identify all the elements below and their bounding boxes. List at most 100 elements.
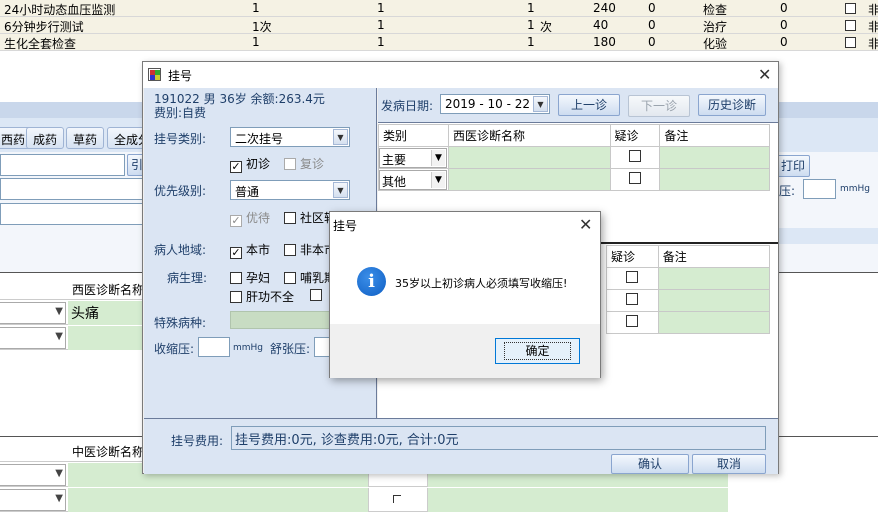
history-diagnosis-button[interactable]: 历史诊断 xyxy=(698,94,766,116)
item-cell: 1 xyxy=(527,35,535,49)
category-cell[interactable]: 其他 ▼ xyxy=(378,168,449,191)
category-combo[interactable]: 其他 ▼ xyxy=(379,169,447,190)
suspect-cell[interactable] xyxy=(609,146,661,169)
reg-type-label: 挂号类别: xyxy=(154,132,207,146)
pressure-input[interactable] xyxy=(803,179,836,199)
close-icon[interactable]: ✕ xyxy=(579,217,592,233)
chevron-down-icon: ▼ xyxy=(55,331,63,342)
dialog-titlebar: 挂号 ✕ xyxy=(143,62,778,88)
suspect-checkbox[interactable] xyxy=(626,271,639,283)
tab-patent-medicine[interactable]: 成药 xyxy=(26,127,65,149)
item-cell: 1 xyxy=(527,1,535,15)
liver-label: 肝功不全 xyxy=(246,290,295,304)
category-combo[interactable]: ▼ xyxy=(0,327,66,349)
grid-row[interactable]: ▼ xyxy=(0,488,728,512)
row-checkbox[interactable] xyxy=(845,37,856,48)
tcm-diagnosis-header: 中医诊断名称 xyxy=(72,445,145,459)
category-combo[interactable]: ▼ xyxy=(0,302,66,324)
chevron-down-icon[interactable]: ▼ xyxy=(333,129,348,145)
cancel-button[interactable]: 取消 xyxy=(692,454,766,474)
preferential-checkbox[interactable]: ✓ 优待 xyxy=(230,209,270,227)
item-cell: 0 xyxy=(780,1,788,15)
item-type: 检查 xyxy=(703,3,728,17)
tab-herbal-medicine[interactable]: 草药 xyxy=(66,127,105,149)
table-row[interactable]: 其他 ▼ xyxy=(378,168,770,191)
category-cell[interactable]: 主要 ▼ xyxy=(378,146,449,169)
close-icon[interactable]: ✕ xyxy=(758,67,771,83)
search-input[interactable] xyxy=(0,154,125,176)
checkbox-box xyxy=(284,244,296,256)
suspect-checkbox[interactable] xyxy=(626,315,639,327)
suspect-checkbox[interactable] xyxy=(626,293,639,305)
fee-type-info: 费别:自费 xyxy=(154,106,207,120)
onset-date-label: 发病日期: xyxy=(381,99,434,113)
diagnosis-cell[interactable] xyxy=(447,168,611,191)
category-combo[interactable]: ▼ xyxy=(0,464,66,486)
suspect-cell[interactable] xyxy=(606,311,659,334)
grid-row[interactable]: ▼ xyxy=(0,326,150,350)
remark-cell[interactable] xyxy=(659,146,770,169)
diagnosis-cell[interactable] xyxy=(447,146,611,169)
remark-cell[interactable] xyxy=(657,267,771,290)
item-cell: 非 xyxy=(868,20,878,34)
priority-value: 普通 xyxy=(235,185,260,199)
confirm-button[interactable]: 确认 xyxy=(611,454,689,474)
table-row[interactable] xyxy=(606,289,771,312)
diastolic-label: 舒张压: xyxy=(270,342,311,356)
extra-checkbox[interactable] xyxy=(310,288,326,302)
remark-cell[interactable] xyxy=(657,311,771,334)
row-checkbox[interactable] xyxy=(845,20,856,31)
suspect-checkbox[interactable] xyxy=(628,172,641,184)
col-suspect: 疑诊 xyxy=(606,245,659,268)
ok-button[interactable]: 确定 xyxy=(495,338,580,364)
remark-cell[interactable] xyxy=(657,289,771,312)
grid-header: 西医诊断名称 xyxy=(0,278,150,300)
suspect-cell[interactable] xyxy=(606,289,659,312)
diagnosis-cell[interactable]: 头痛 xyxy=(68,301,150,325)
suspect-cell[interactable] xyxy=(368,488,428,512)
reg-type-select[interactable]: 二次挂号 ▼ xyxy=(230,127,350,147)
remark-cell[interactable] xyxy=(428,488,728,512)
item-cell: 1 xyxy=(377,18,385,32)
col-category: 类别 xyxy=(378,124,449,147)
chevron-down-icon[interactable]: ▼ xyxy=(333,182,348,198)
fee-label: 挂号费用: xyxy=(171,434,224,448)
item-unit: 次 xyxy=(540,20,553,34)
revisit-checkbox[interactable]: 复诊 xyxy=(284,155,324,172)
liver-checkbox[interactable]: 肝功不全 xyxy=(230,288,294,305)
item-cell: 非 xyxy=(868,3,878,17)
table-row[interactable]: 生化全套检查 1 1 1 180 0 化验 0 非 xyxy=(0,34,878,51)
item-cell: 非 xyxy=(868,37,878,51)
local-checkbox[interactable]: ✓ 本市 xyxy=(230,241,270,259)
print-button[interactable]: 打印 xyxy=(776,155,810,177)
table-row[interactable]: 主要 ▼ xyxy=(378,146,770,169)
chevron-down-icon[interactable]: ▼ xyxy=(533,96,548,112)
row-checkbox[interactable] xyxy=(845,3,856,14)
first-visit-label: 初诊 xyxy=(246,157,271,171)
diagnosis-cell[interactable] xyxy=(68,326,150,350)
systolic-input[interactable] xyxy=(198,337,230,357)
suspect-checkbox[interactable] xyxy=(628,150,641,162)
category-combo[interactable]: 主要 ▼ xyxy=(379,147,447,168)
checkbox-box xyxy=(284,158,296,170)
diagnosis-cell[interactable] xyxy=(68,488,368,512)
text-input[interactable] xyxy=(0,203,145,225)
remark-cell[interactable] xyxy=(659,168,770,191)
grid-row[interactable]: ▼ 头痛 xyxy=(0,301,150,325)
band xyxy=(779,228,878,244)
table-row[interactable]: 6分钟步行测试 1次 1 1 次 40 0 治疗 0 非 xyxy=(0,17,878,34)
previous-visit-button[interactable]: 上一诊 xyxy=(558,94,620,116)
onset-date-picker[interactable]: 2019 - 10 - 22 ▼ xyxy=(440,94,550,114)
suspect-cell[interactable] xyxy=(609,168,661,191)
table-row[interactable] xyxy=(606,267,771,290)
category-combo[interactable]: ▼ xyxy=(0,489,66,511)
first-visit-checkbox[interactable]: ✓ 初诊 xyxy=(230,155,270,173)
table-row[interactable]: 24小时动态血压监测 1 1 1 240 0 检查 0 非 xyxy=(0,0,878,17)
col-suspect: 疑诊 xyxy=(609,124,661,147)
next-visit-button[interactable]: 下一诊 xyxy=(628,95,690,117)
text-input[interactable] xyxy=(0,178,145,200)
table-row[interactable] xyxy=(606,311,771,334)
priority-select[interactable]: 普通 ▼ xyxy=(230,180,350,200)
pregnant-checkbox[interactable]: 孕妇 xyxy=(230,269,270,286)
suspect-cell[interactable] xyxy=(606,267,659,290)
